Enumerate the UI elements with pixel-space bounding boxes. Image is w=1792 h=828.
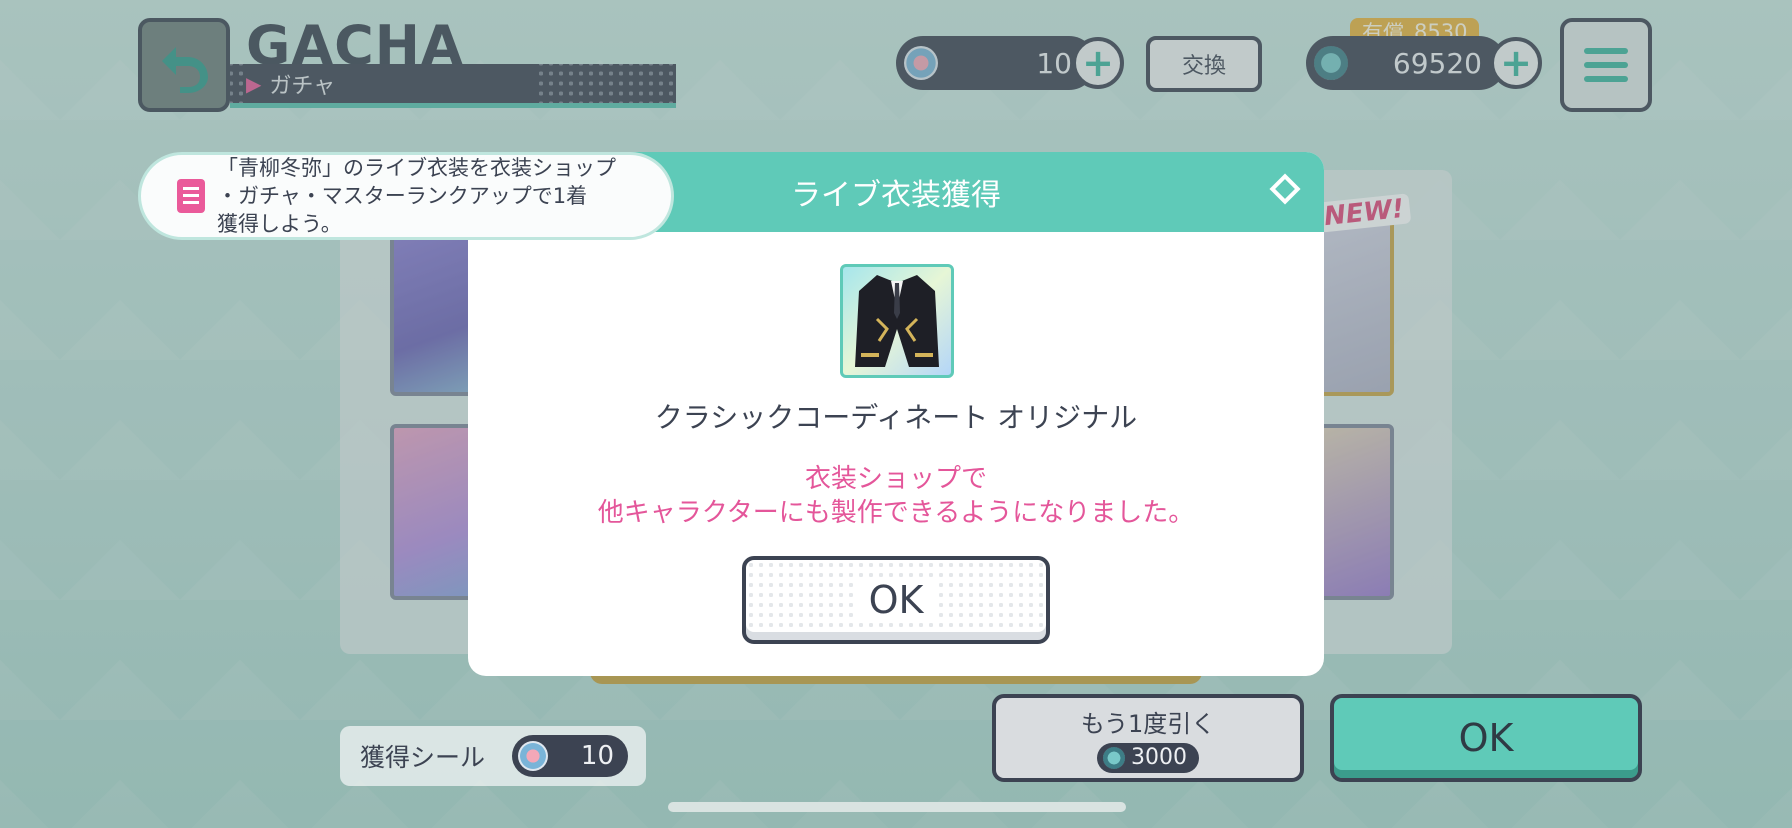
unlock-notice: 衣装ショップで 他キャラクターにも製作できるようになりました。 bbox=[597, 464, 1195, 528]
acquired-seal-box: 獲得シール 10 bbox=[340, 726, 646, 786]
seal-icon bbox=[518, 741, 548, 771]
home-indicator[interactable] bbox=[668, 802, 1126, 812]
results-ok-button[interactable]: OK bbox=[1330, 694, 1642, 782]
draw-again-cost: 3000 bbox=[1097, 742, 1199, 773]
mission-banner[interactable]: 「青柳冬弥」のライブ衣装を衣装ショップ ・ガチャ・マスターランクアップで1着 獲… bbox=[138, 152, 674, 240]
draw-again-label: もう1度引く bbox=[1080, 709, 1216, 738]
mission-text: 「青柳冬弥」のライブ衣装を衣装ショップ ・ガチャ・マスターランクアップで1着 獲… bbox=[217, 156, 616, 236]
dialog-ok-label: OK bbox=[856, 578, 936, 622]
clipboard-icon bbox=[177, 179, 205, 213]
costume-thumbnail bbox=[840, 264, 954, 378]
draw-again-button[interactable]: もう1度引く 3000 bbox=[992, 694, 1304, 782]
dialog-title: ライブ衣装獲得 bbox=[791, 178, 1001, 213]
crystal-icon bbox=[1103, 746, 1125, 769]
costume-name: クラシックコーディネート オリジナル bbox=[654, 401, 1138, 434]
acquired-seal-pill: 10 bbox=[512, 735, 628, 777]
dialog-ok-button[interactable]: OK bbox=[742, 556, 1050, 644]
acquired-seal-label: 獲得シール bbox=[360, 743, 486, 772]
acquired-seal-value: 10 bbox=[580, 741, 614, 771]
diamond-icon bbox=[1269, 173, 1301, 205]
jacket-icon bbox=[855, 275, 939, 367]
